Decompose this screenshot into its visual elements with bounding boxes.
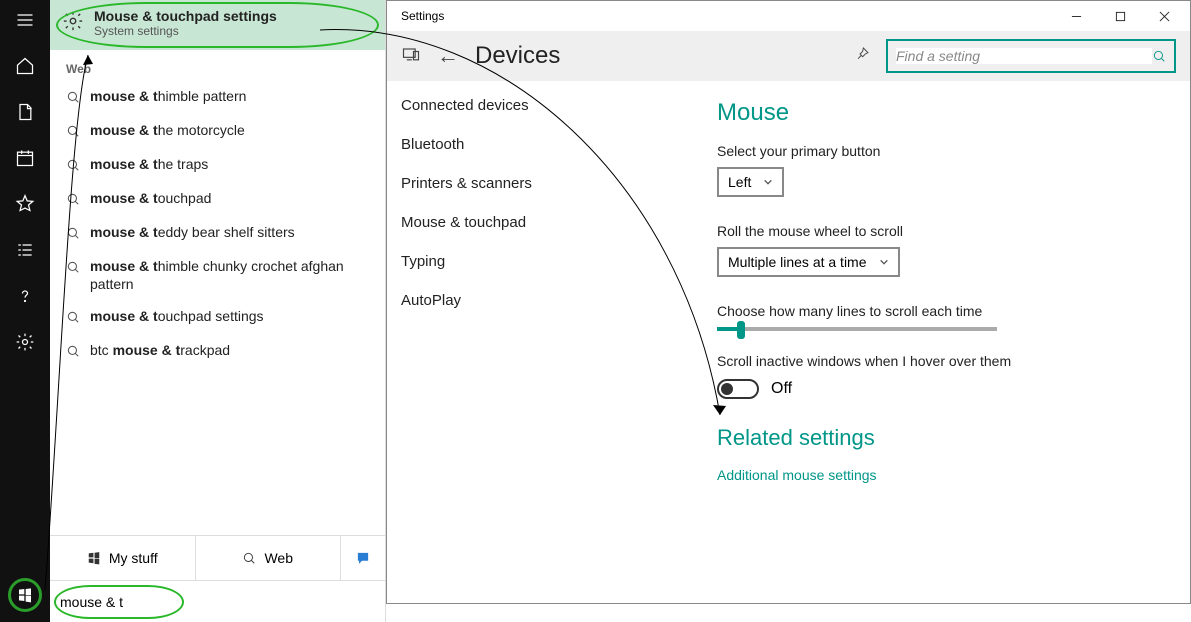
nav-item[interactable]: AutoPlay xyxy=(401,292,693,309)
my-stuff-label: My stuff xyxy=(109,550,158,566)
search-suggestion[interactable]: btc mouse & trackpad xyxy=(50,334,385,368)
scroll-mode-label: Roll the mouse wheel to scroll xyxy=(717,223,1170,239)
settings-search[interactable] xyxy=(886,39,1176,73)
lines-label: Choose how many lines to scroll each tim… xyxy=(717,303,1170,319)
list-icon[interactable] xyxy=(13,238,37,262)
search-icon xyxy=(66,189,80,209)
gear-icon xyxy=(62,10,84,37)
primary-button-label: Select your primary button xyxy=(717,143,1170,159)
menu-icon[interactable] xyxy=(13,8,37,32)
search-icon xyxy=(66,307,80,327)
search-input[interactable] xyxy=(60,594,375,610)
search-suggestion[interactable]: mouse & the motorcycle xyxy=(50,114,385,148)
suggestion-text: mouse & touchpad settings xyxy=(90,307,264,325)
primary-button-value: Left xyxy=(728,174,751,190)
scroll-mode-value: Multiple lines at a time xyxy=(728,254,867,270)
settings-rail-icon[interactable] xyxy=(13,330,37,354)
search-icon xyxy=(66,223,80,243)
document-icon[interactable] xyxy=(13,100,37,124)
best-match-subtitle: System settings xyxy=(94,24,277,38)
search-icon xyxy=(66,341,80,361)
web-tab[interactable]: Web xyxy=(196,536,342,580)
pin-icon[interactable] xyxy=(854,46,870,67)
inactive-scroll-toggle[interactable] xyxy=(717,379,759,399)
suggestion-text: mouse & the motorcycle xyxy=(90,121,245,139)
chevron-down-icon xyxy=(879,257,889,267)
inactive-scroll-label: Scroll inactive windows when I hover ove… xyxy=(717,353,1170,369)
web-tab-label: Web xyxy=(264,550,293,566)
devices-icon xyxy=(401,44,421,69)
back-button[interactable]: ← xyxy=(437,43,459,69)
calendar-icon[interactable] xyxy=(13,146,37,170)
search-suggestion[interactable]: mouse & touchpad settings xyxy=(50,300,385,334)
search-icon xyxy=(66,155,80,175)
titlebar: Settings xyxy=(387,1,1190,31)
nav-item[interactable]: Connected devices xyxy=(401,97,693,114)
additional-mouse-settings-link[interactable]: Additional mouse settings xyxy=(717,467,1170,483)
home-icon[interactable] xyxy=(13,54,37,78)
suggestion-list: mouse & thimble pattern mouse & the motor… xyxy=(50,80,385,535)
nav-item[interactable]: Mouse & touchpad xyxy=(401,214,693,231)
suggestion-text: mouse & teddy bear shelf sitters xyxy=(90,223,295,241)
primary-button-dropdown[interactable]: Left xyxy=(717,167,784,197)
search-icon xyxy=(66,121,80,141)
chevron-down-icon xyxy=(763,177,773,187)
search-suggestion[interactable]: mouse & thimble pattern xyxy=(50,80,385,114)
window-title: Settings xyxy=(401,9,444,23)
nav-item[interactable]: Bluetooth xyxy=(401,136,693,153)
suggestion-text: mouse & the traps xyxy=(90,155,208,173)
search-suggestion[interactable]: mouse & teddy bear shelf sitters xyxy=(50,216,385,250)
settings-window: Settings ← Devices Connected devices Blue… xyxy=(386,0,1191,604)
maximize-button[interactable] xyxy=(1098,1,1142,31)
web-section-label: Web xyxy=(50,50,385,80)
toggle-value: Off xyxy=(771,380,792,398)
search-icon xyxy=(66,257,80,277)
search-input-row xyxy=(50,580,385,622)
suggestion-text: btc mouse & trackpad xyxy=(90,341,230,359)
cortana-rail xyxy=(0,0,50,622)
scroll-mode-dropdown[interactable]: Multiple lines at a time xyxy=(717,247,900,277)
related-heading: Related settings xyxy=(717,425,1170,451)
search-icon xyxy=(66,87,80,107)
suggestion-text: mouse & thimble chunky crochet afghan pa… xyxy=(90,257,350,293)
settings-content: Mouse Select your primary button Left Ro… xyxy=(707,81,1190,603)
lines-slider[interactable] xyxy=(717,327,997,331)
minimize-button[interactable] xyxy=(1054,1,1098,31)
search-panel: Mouse & touchpad settings System setting… xyxy=(50,0,386,622)
search-suggestion[interactable]: mouse & the traps xyxy=(50,148,385,182)
nav-item[interactable]: Printers & scanners xyxy=(401,175,693,192)
search-suggestion[interactable]: mouse & thimble chunky crochet afghan pa… xyxy=(50,250,385,300)
best-match-title: Mouse & touchpad settings xyxy=(94,8,277,24)
help-icon[interactable] xyxy=(13,284,37,308)
settings-header: ← Devices xyxy=(387,31,1190,81)
settings-nav: Connected devices Bluetooth Printers & sca… xyxy=(387,81,707,603)
search-suggestion[interactable]: mouse & touchpad xyxy=(50,182,385,216)
start-button[interactable] xyxy=(8,578,42,612)
nav-item[interactable]: Typing xyxy=(401,253,693,270)
feedback-button[interactable] xyxy=(341,536,385,580)
settings-search-input[interactable] xyxy=(896,48,1152,64)
search-icon xyxy=(1152,49,1166,63)
mouse-heading: Mouse xyxy=(717,99,1170,127)
best-match-result[interactable]: Mouse & touchpad settings System setting… xyxy=(50,0,385,50)
suggestion-text: mouse & touchpad xyxy=(90,189,211,207)
suggestion-text: mouse & thimble pattern xyxy=(90,87,246,105)
star-icon[interactable] xyxy=(13,192,37,216)
header-title: Devices xyxy=(475,42,838,70)
close-button[interactable] xyxy=(1142,1,1186,31)
search-footer-tabs: My stuff Web xyxy=(50,535,385,580)
my-stuff-tab[interactable]: My stuff xyxy=(50,536,196,580)
